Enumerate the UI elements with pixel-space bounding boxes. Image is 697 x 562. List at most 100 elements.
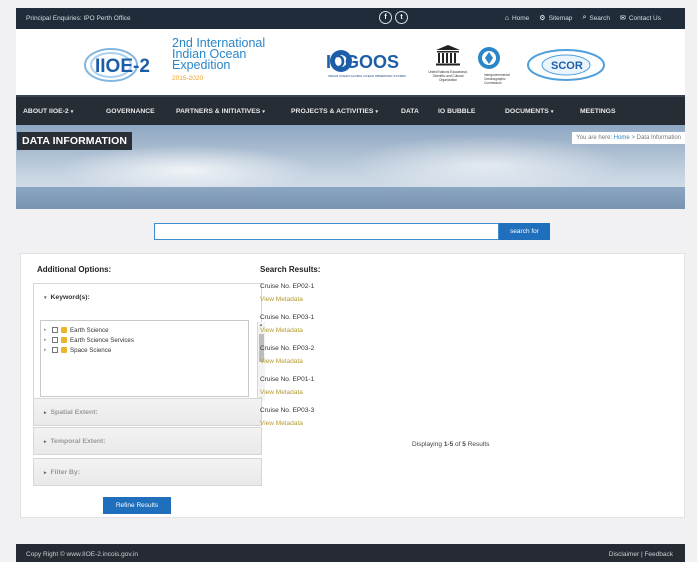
chevron-down-icon: ▾ xyxy=(262,109,265,115)
temporal-extent-accordion[interactable]: ▸ Temporal Extent: xyxy=(33,427,262,455)
nav-item-data-label: DATA xyxy=(401,108,419,115)
list-item: Cruise No. EP01-1 View Metadata xyxy=(260,376,560,407)
contact-link[interactable]: ✉ Contact Us xyxy=(619,14,661,23)
result-name: Cruise No. EP01-1 xyxy=(260,376,315,383)
spatial-extent-header[interactable]: ▸ Spatial Extent: xyxy=(44,409,98,416)
nav-item-data[interactable]: DATA xyxy=(401,108,419,115)
scor-text: SCOR xyxy=(551,60,583,72)
results-count-suffix: Results xyxy=(467,441,490,448)
search-link-label: Search xyxy=(589,14,610,22)
nav-item-governance-label: GOVERNANCE xyxy=(106,108,155,115)
results-count-of: of xyxy=(455,441,461,448)
home-link[interactable]: ⌂ Home xyxy=(505,14,530,22)
nav-item-governance[interactable]: GOVERNANCE xyxy=(106,108,155,115)
iioe2-logo[interactable]: IIOE-2 xyxy=(81,46,167,84)
unesco-logo[interactable]: United Nations Educational, Scientific a… xyxy=(426,44,470,89)
ioc-logo[interactable]: Intergovernmental Oceanographic Commissi… xyxy=(473,45,515,90)
sitemap-link[interactable]: ⚙ Sitemap xyxy=(539,14,572,23)
logo-main-text: IIOE-2 xyxy=(95,56,150,77)
expedition-years: 2015-2020 xyxy=(172,75,204,82)
expedition-title: 2nd International Indian Ocean Expeditio… xyxy=(172,37,265,84)
nav-item-documents[interactable]: DOCUMENTS ▾ xyxy=(505,108,553,115)
tree-item[interactable]: ▸ Space Science xyxy=(44,345,248,355)
result-name: Cruise No. EP03-2 xyxy=(260,345,315,352)
refine-results-button[interactable]: Refine Results xyxy=(103,497,171,514)
site-header: IIOE-2 2nd International Indian Ocean Ex… xyxy=(16,29,685,95)
search-icon: ⌕ xyxy=(582,14,587,21)
twitter-icon[interactable]: t xyxy=(395,11,408,24)
search-input[interactable] xyxy=(154,223,499,240)
nav-item-partners[interactable]: PARTNERS & INITIATIVES ▾ xyxy=(176,108,265,115)
options-title: Additional Options: xyxy=(37,265,112,274)
content-panel: Additional Options: Search Results: ▾ Ke… xyxy=(20,253,685,518)
nav-item-io-bubble-label: IO BUBBLE xyxy=(438,108,476,115)
filter-by-accordion[interactable]: ▸ Filter By: xyxy=(33,458,262,486)
temporal-extent-label: Temporal Extent: xyxy=(50,438,106,445)
page-banner: DATA INFORMATION You are here: Home > Da… xyxy=(16,125,685,209)
tree-item-label: Earth Science xyxy=(70,326,109,334)
site-footer: Copy Right © www.IIOE-2.incois.gov.in Di… xyxy=(16,544,685,562)
expand-icon[interactable]: ▸ xyxy=(44,327,49,333)
checkbox[interactable] xyxy=(52,337,58,343)
iogoos-logo[interactable]: IOGOOS INDIAN OCEAN GLOBAL OCEAN OBSERVI… xyxy=(322,46,420,82)
home-icon: ⌂ xyxy=(504,14,509,22)
tree-item-label: Space Science xyxy=(70,346,112,354)
temporal-extent-header[interactable]: ▸ Temporal Extent: xyxy=(44,438,106,445)
feedback-link[interactable]: Feedback xyxy=(644,551,673,558)
tree-item[interactable]: ▸ Earth Science xyxy=(44,325,248,335)
checkbox[interactable] xyxy=(52,347,58,353)
view-metadata-link[interactable]: View Metadata xyxy=(260,389,560,396)
ioc-caption: Intergovernmental Oceanographic Commissi… xyxy=(484,73,510,85)
folder-icon xyxy=(61,337,67,343)
chevron-down-icon: ▾ xyxy=(550,109,554,115)
filter-by-header[interactable]: ▸ Filter By: xyxy=(44,469,80,476)
results-list: Cruise No. EP02-1 View Metadata Cruise N… xyxy=(260,283,560,438)
breadcrumb-home-link[interactable]: Home xyxy=(614,135,630,141)
nav-item-about[interactable]: ABOUT IIOE-2 ▾ xyxy=(23,108,73,115)
tree-item[interactable]: ▸ Earth Science Services xyxy=(44,335,248,345)
iogoos-text: IOGOOS xyxy=(326,52,399,72)
nav-item-projects-label: PROJECTS & ACTIVITIES xyxy=(291,108,374,115)
filter-by-label: Filter By: xyxy=(50,469,80,476)
banner-cloud xyxy=(346,135,626,195)
nav-item-meetings-label: MEETINGS xyxy=(580,108,616,115)
top-bar: Principal Enquiries: IPO Perth Office f … xyxy=(16,8,685,29)
expand-icon[interactable]: ▸ xyxy=(44,337,49,343)
search-link[interactable]: ⌕ Search xyxy=(582,14,610,22)
view-metadata-link[interactable]: View Metadata xyxy=(260,420,560,427)
spatial-extent-label: Spatial Extent: xyxy=(50,409,98,416)
iogoos-subtitle: INDIAN OCEAN GLOBAL OCEAN OBSERVING SYST… xyxy=(328,74,406,78)
scor-logo[interactable]: SCOR xyxy=(524,47,608,83)
nav-item-projects[interactable]: PROJECTS & ACTIVITIES ▾ xyxy=(291,108,378,115)
chevron-right-icon: ▸ xyxy=(44,409,47,416)
chevron-right-icon: ▸ xyxy=(44,438,47,445)
facebook-icon[interactable]: f xyxy=(379,11,392,24)
spatial-extent-accordion[interactable]: ▸ Spatial Extent: xyxy=(33,398,262,426)
breadcrumb-separator: > xyxy=(631,135,635,141)
folder-icon xyxy=(61,327,67,333)
utility-links: ⌂ Home ⚙ Sitemap ⌕ Search ✉ Contact Us xyxy=(505,14,661,22)
nav-item-about-label: ABOUT IIOE-2 xyxy=(23,108,69,115)
breadcrumb-prefix: You are here: xyxy=(576,135,613,141)
result-name: Cruise No. EP03-1 xyxy=(260,314,315,321)
search-button[interactable]: search for xyxy=(499,223,550,240)
nav-item-io-bubble[interactable]: IO BUBBLE xyxy=(438,108,475,115)
breadcrumb-current: Data Information xyxy=(636,135,681,141)
main-nav: ABOUT IIOE-2 ▾ GOVERNANCE PARTNERS & INIT… xyxy=(16,95,685,125)
folder-icon xyxy=(61,347,67,353)
view-metadata-link[interactable]: View Metadata xyxy=(260,358,560,365)
view-metadata-link[interactable]: View Metadata xyxy=(260,327,560,334)
nav-item-meetings[interactable]: MEETINGS xyxy=(580,108,616,115)
copyright-text: Copy Right © www.IIOE-2.incois.gov.in xyxy=(26,551,138,558)
checkbox[interactable] xyxy=(52,327,58,333)
banner-sea xyxy=(16,187,685,209)
mail-icon: ✉ xyxy=(619,15,626,22)
view-metadata-link[interactable]: View Metadata xyxy=(260,296,560,303)
disclaimer-link[interactable]: Disclaimer xyxy=(609,551,639,558)
keywords-header[interactable]: ▾ Keyword(s): xyxy=(44,294,90,301)
home-link-label: Home xyxy=(511,14,530,22)
result-name: Cruise No. EP02-1 xyxy=(260,283,315,290)
expand-icon[interactable]: ▸ xyxy=(44,347,49,353)
footer-links: Disclaimer | Feedback xyxy=(609,551,673,558)
sitemap-icon: ⚙ xyxy=(539,15,546,22)
